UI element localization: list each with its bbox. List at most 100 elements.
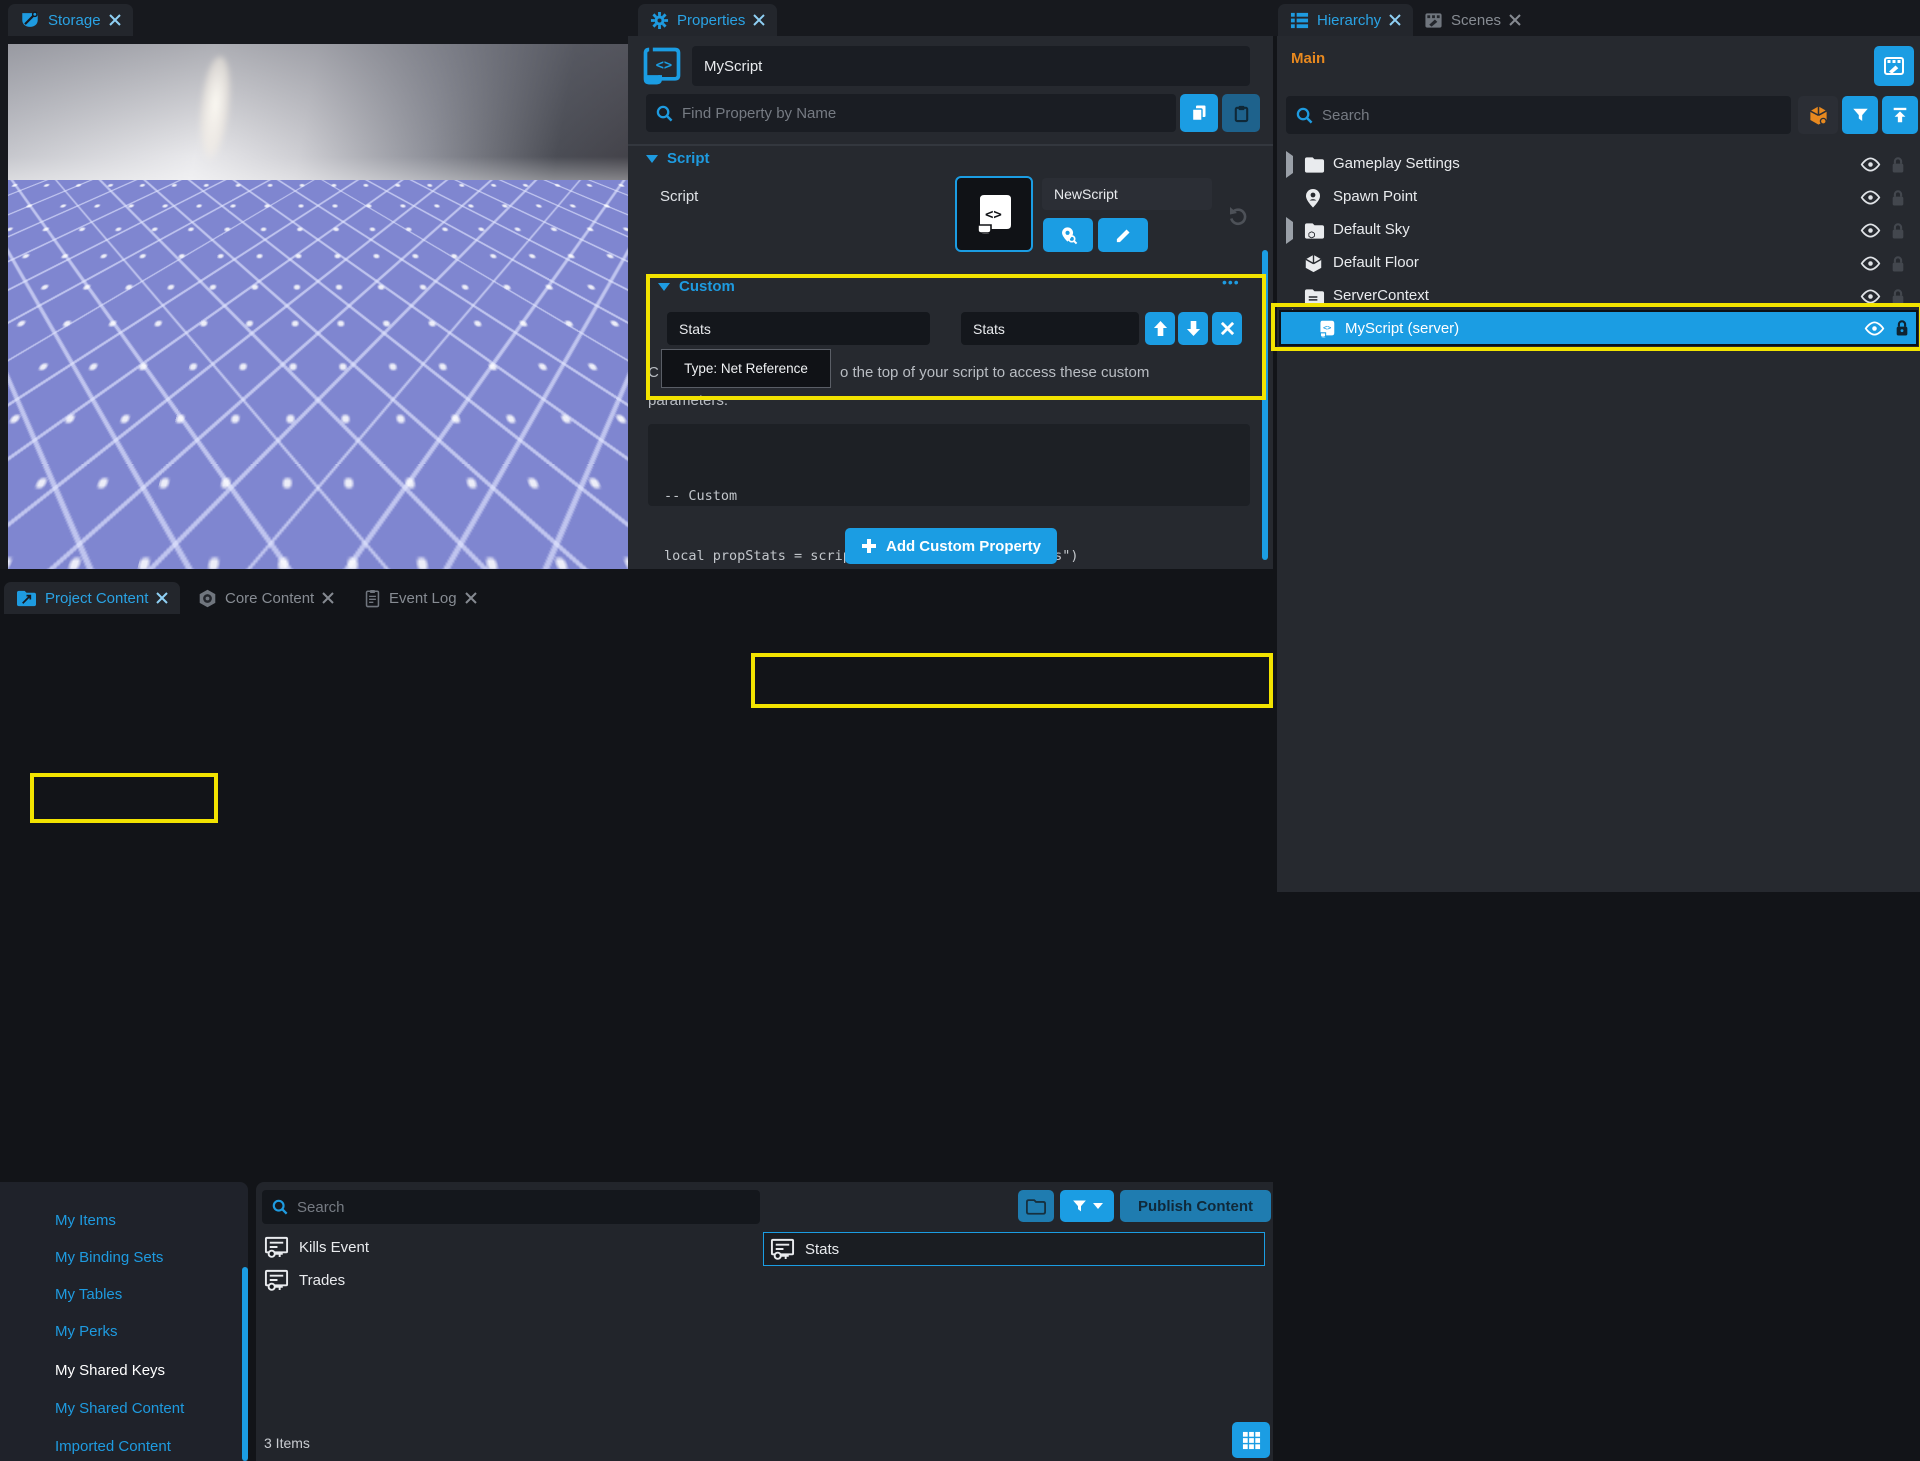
find-script-button[interactable] [1043,218,1093,252]
axis-z-label: Z [70,485,80,504]
lock-toggle[interactable] [1890,222,1906,240]
script-section-header[interactable]: Script [646,150,710,167]
paste-properties-button[interactable] [1222,94,1260,132]
copy-icon [1189,103,1209,123]
project-content-icon [16,589,37,608]
list-item-kills-event[interactable]: Kills Event [264,1235,369,1260]
plus-icon [861,538,877,554]
content-search-input[interactable] [297,1199,750,1216]
close-icon[interactable] [753,14,765,26]
hierarchy-search-input[interactable] [1322,107,1781,124]
visibility-toggle[interactable] [1860,223,1881,238]
revert-icon[interactable] [1226,204,1250,228]
visibility-toggle[interactable] [1864,321,1885,336]
lock-toggle[interactable] [1890,288,1906,306]
tab-properties[interactable]: Properties [638,4,777,36]
content-search[interactable] [262,1190,760,1224]
axis-x-label: X [124,509,134,526]
properties-scrollbar[interactable] [1262,250,1268,560]
script-asset-thumbnail[interactable]: <> [955,176,1033,252]
lock-toggle[interactable] [1890,156,1906,174]
tab-core-content[interactable]: Core Content [186,582,346,614]
custom-property-value-input[interactable] [961,312,1139,345]
close-icon[interactable] [109,14,121,26]
content-filter-button[interactable] [1060,1190,1114,1222]
tab-event-log[interactable]: Event Log [352,582,489,614]
tree-row-spawn-point[interactable]: Spawn Point [1277,181,1920,214]
search-icon [272,1199,288,1215]
lock-toggle[interactable] [1890,255,1906,273]
tab-label: Event Log [389,590,457,607]
edit-script-button[interactable] [1098,218,1148,252]
pencil-icon [1115,227,1132,244]
add-custom-property-button[interactable]: Add Custom Property [845,528,1057,564]
tree-row-default-floor[interactable]: Default Floor [1277,247,1920,280]
sidebar-item-my-binding-sets[interactable]: My Binding Sets [55,1249,163,1266]
hierarchy-icon [1290,11,1309,30]
sky [8,44,628,194]
tree-row-myscript-selected[interactable]: <> MyScript (server) [1279,310,1918,346]
transform-gizmo[interactable] [246,242,426,372]
gear-icon [650,11,669,30]
custom-section-menu[interactable]: ••• [1222,274,1240,290]
move-down-button[interactable] [1178,312,1208,345]
browse-folder-button[interactable] [1018,1190,1054,1222]
tab-scenes[interactable]: Scenes [1412,4,1533,36]
sidebar-item-my-shared-keys[interactable]: My Shared Keys [55,1362,165,1379]
arrow-up-icon [1153,320,1168,337]
hierarchy-filter-button[interactable] [1842,96,1878,134]
lock-toggle[interactable] [1890,189,1906,207]
expander-icon[interactable] [1286,222,1293,239]
script-name-field[interactable] [1042,178,1212,210]
storage-icon [20,10,40,30]
folder-icon [1304,156,1325,174]
publish-upload-button[interactable] [1882,96,1918,134]
tab-storage[interactable]: Storage [8,4,133,36]
hierarchy-search[interactable] [1286,96,1791,134]
scene-name-label: Main [1291,50,1325,67]
sidebar-item-my-tables[interactable]: My Tables [55,1286,122,1303]
visibility-toggle[interactable] [1860,190,1881,205]
lock-toggle-locked[interactable] [1894,319,1910,337]
tab-project-content[interactable]: Project Content [4,582,180,614]
move-up-button[interactable] [1145,312,1175,345]
find-property-input[interactable] [682,105,1166,122]
sidebar-item-my-shared-content[interactable]: My Shared Content [55,1400,184,1417]
sidebar-item-my-perks[interactable]: My Perks [55,1323,118,1340]
sidebar-item-imported-content[interactable]: Imported Content [55,1438,171,1455]
close-icon[interactable] [1509,14,1521,26]
shared-key-icon [264,1268,289,1293]
visibility-toggle[interactable] [1860,256,1881,271]
delete-property-button[interactable] [1212,312,1242,345]
close-icon[interactable] [156,592,168,604]
scene-view[interactable]: Z X Y [8,44,628,569]
visibility-toggle[interactable] [1860,157,1881,172]
close-icon[interactable] [465,592,477,604]
scene-preview-button[interactable] [1874,46,1914,86]
tab-label: Properties [677,12,745,29]
close-icon[interactable] [322,592,334,604]
tree-row-default-sky[interactable]: Default Sky [1277,214,1920,247]
find-property-search[interactable] [646,94,1176,132]
expander-icon[interactable] [1284,292,1293,309]
tab-hierarchy[interactable]: Hierarchy [1278,4,1413,36]
copy-properties-button[interactable] [1180,94,1218,132]
list-item-stats-selected[interactable]: Stats [763,1232,1265,1266]
sidebar-item-my-items[interactable]: My Items [55,1212,116,1229]
hierarchy-panel: Main Gameplay Settings [1277,36,1920,892]
grid-view-button[interactable] [1232,1422,1270,1458]
upload-icon [1891,106,1909,124]
tree-row-gameplay-settings[interactable]: Gameplay Settings [1277,148,1920,181]
publish-content-button[interactable]: Publish Content [1120,1190,1271,1222]
close-icon[interactable] [1389,14,1401,26]
list-item-trades[interactable]: Trades [264,1268,345,1293]
expander-icon[interactable] [1286,156,1293,173]
tree-row-servercontext[interactable]: ServerContext [1277,280,1920,313]
visibility-toggle[interactable] [1860,289,1881,304]
sidebar-scrollbar[interactable] [242,1267,248,1461]
custom-property-name-input[interactable] [667,312,930,345]
asset-mode-button[interactable] [1798,96,1838,134]
shared-key-icon [770,1237,795,1262]
custom-section-header[interactable]: Custom [658,278,735,295]
object-name-input[interactable] [692,46,1250,86]
